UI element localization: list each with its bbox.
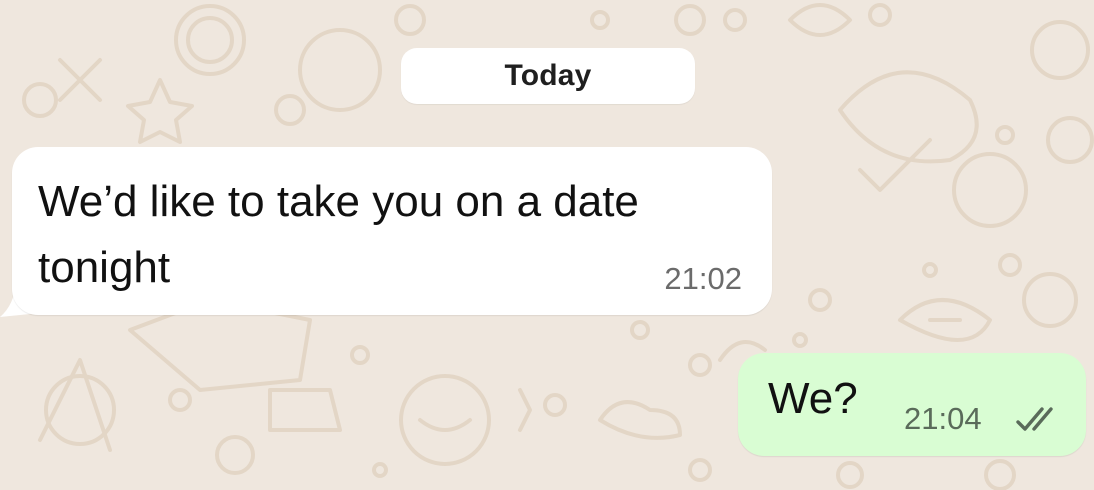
message-incoming[interactable]: We’d like to take you on a date tonight … [12, 147, 772, 315]
message-outgoing[interactable]: We? 21:04 [738, 353, 1086, 456]
message-timestamp: 21:04 [904, 401, 982, 436]
double-check-icon [1016, 407, 1053, 431]
message-timestamp: 21:02 [664, 261, 742, 296]
message-text: We’d like to take you on a date tonight [38, 177, 639, 292]
message-text: We? [768, 374, 858, 423]
date-separator-label: Today [504, 59, 592, 92]
date-separator: Today [401, 48, 695, 104]
